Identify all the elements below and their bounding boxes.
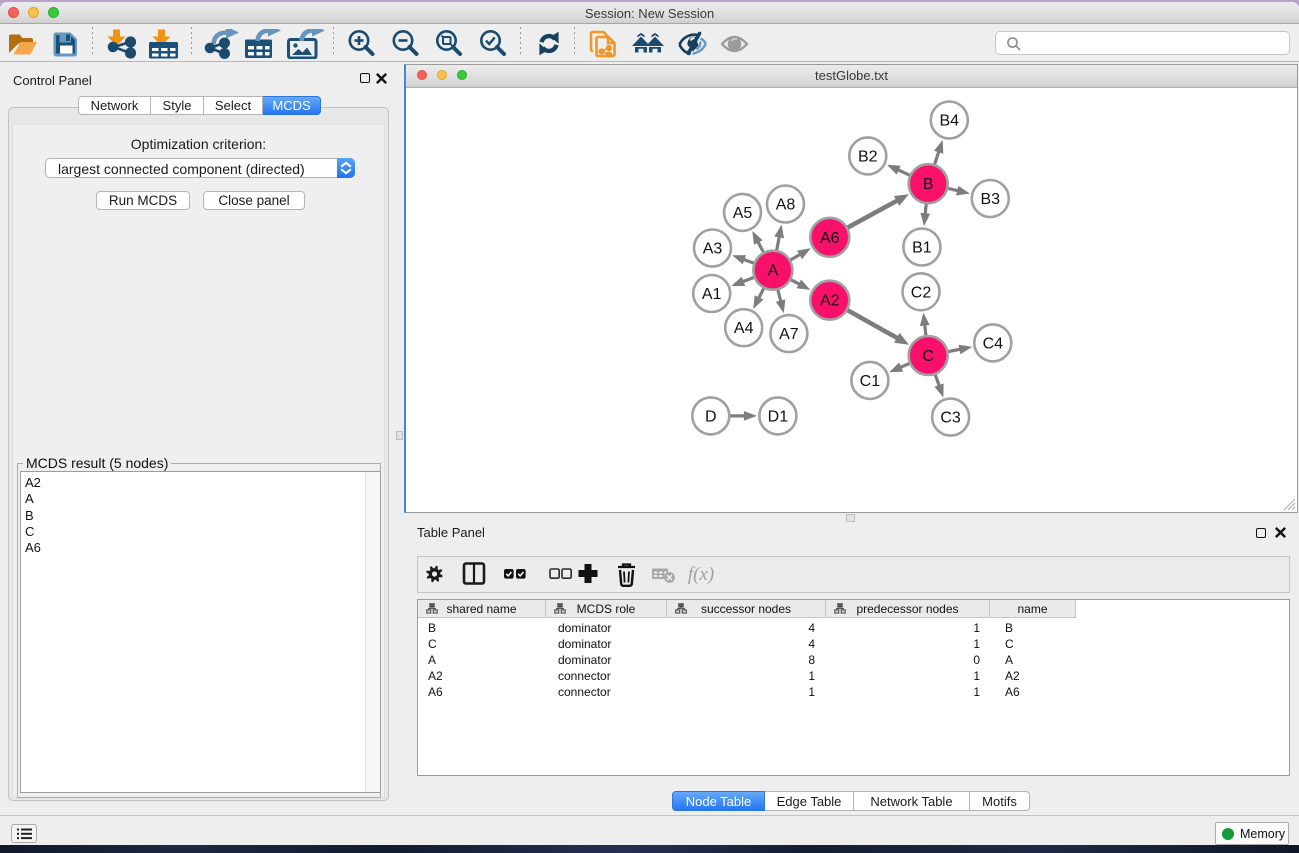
- svg-text:C4: C4: [983, 335, 1004, 352]
- svg-text:A7: A7: [779, 326, 799, 343]
- svg-text:C1: C1: [860, 373, 881, 390]
- svg-text:A2: A2: [820, 293, 840, 310]
- svg-text:A1: A1: [702, 286, 722, 303]
- svg-text:B2: B2: [858, 148, 878, 165]
- svg-text:C2: C2: [911, 284, 932, 301]
- svg-text:A: A: [768, 263, 779, 280]
- svg-text:B: B: [923, 176, 934, 193]
- svg-text:C: C: [922, 348, 934, 365]
- svg-text:A4: A4: [734, 320, 754, 337]
- svg-text:C3: C3: [940, 410, 961, 427]
- svg-text:B1: B1: [912, 240, 932, 257]
- svg-text:A5: A5: [733, 205, 753, 222]
- svg-text:B4: B4: [940, 113, 960, 130]
- svg-text:D1: D1: [768, 408, 789, 425]
- svg-text:A8: A8: [776, 197, 796, 214]
- svg-text:A6: A6: [820, 230, 840, 247]
- svg-text:D: D: [705, 408, 717, 425]
- svg-text:A3: A3: [703, 241, 723, 258]
- svg-text:B3: B3: [981, 191, 1001, 208]
- svg-text:f(x): f(x): [688, 564, 714, 585]
